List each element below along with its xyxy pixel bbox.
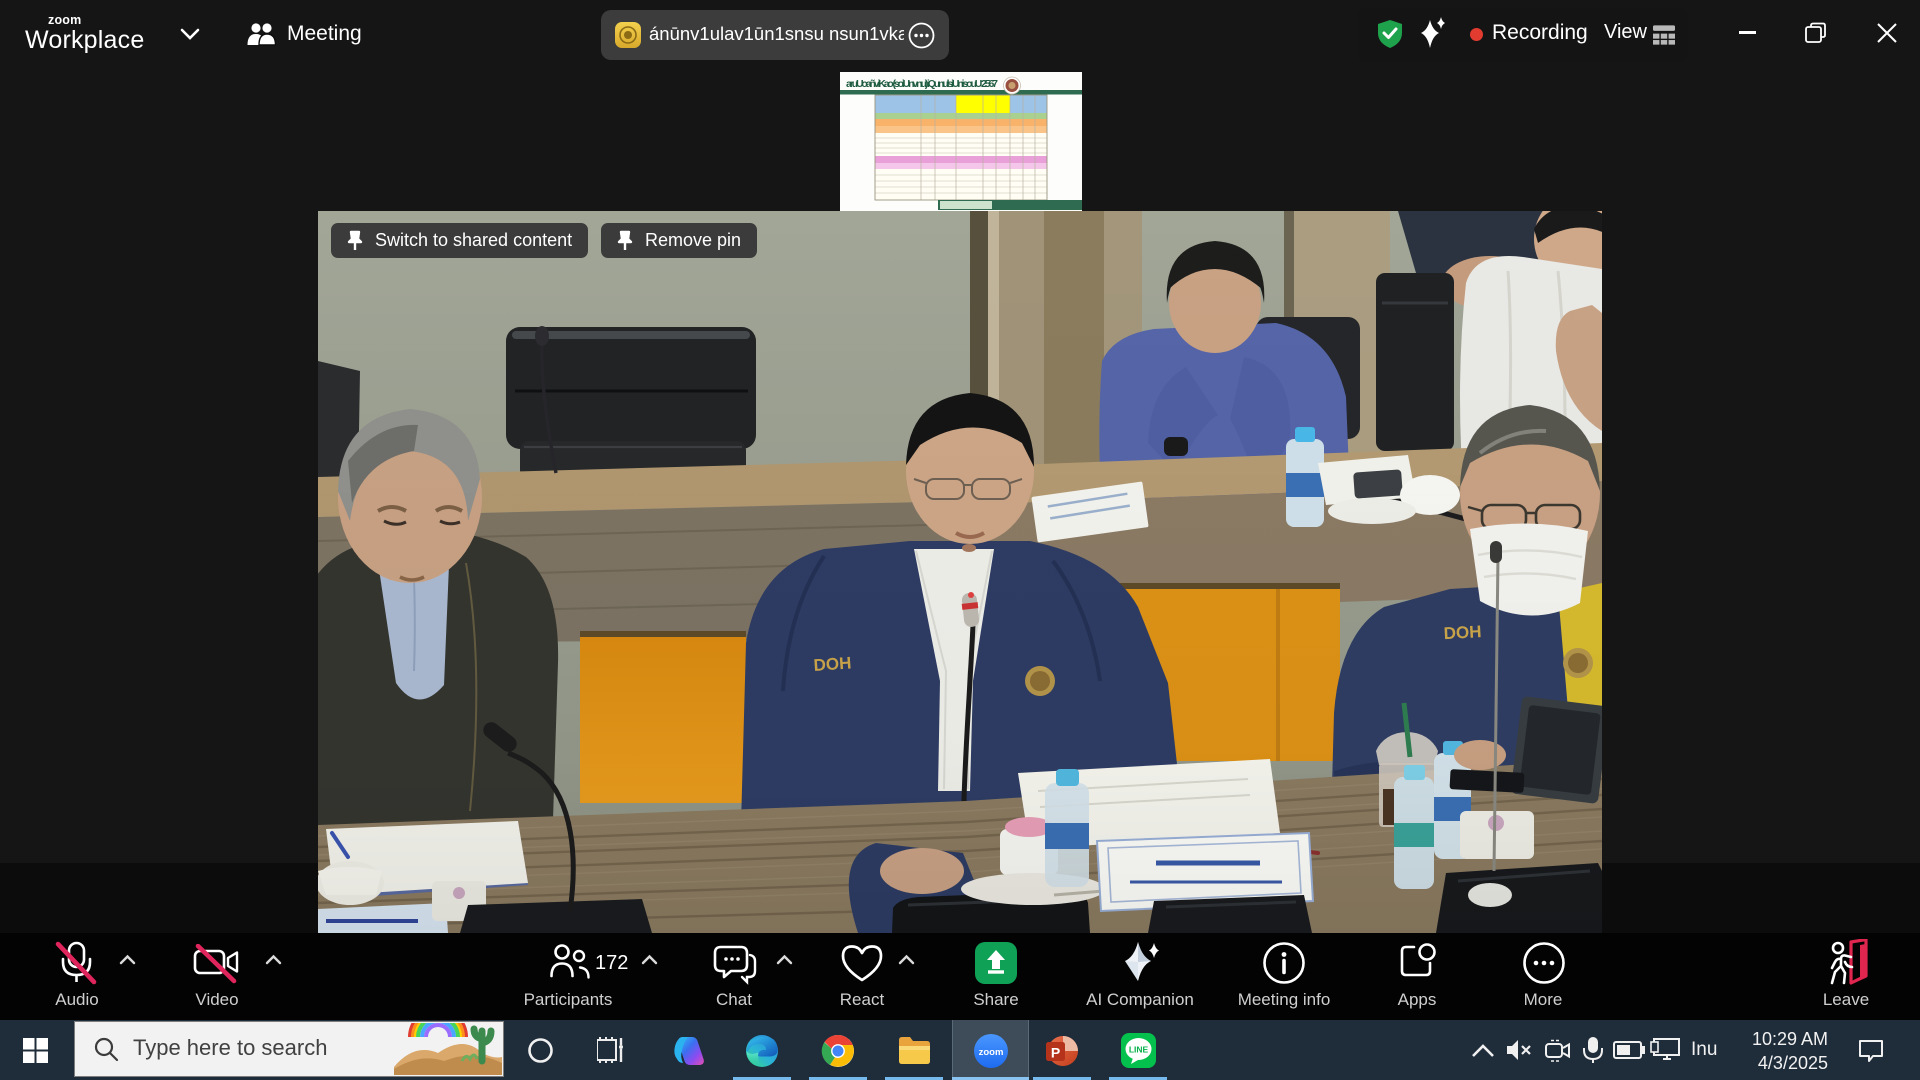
svg-text:aruUoañviKao (soiUnvnu) iQunul: aruUoañviKao (soiUnvnu) iQunulsiUnisouU … bbox=[846, 78, 998, 90]
svg-text:P: P bbox=[1051, 1045, 1060, 1061]
svg-text:LINE: LINE bbox=[1129, 1045, 1149, 1055]
svg-text:zoom: zoom bbox=[979, 1047, 1004, 1058]
